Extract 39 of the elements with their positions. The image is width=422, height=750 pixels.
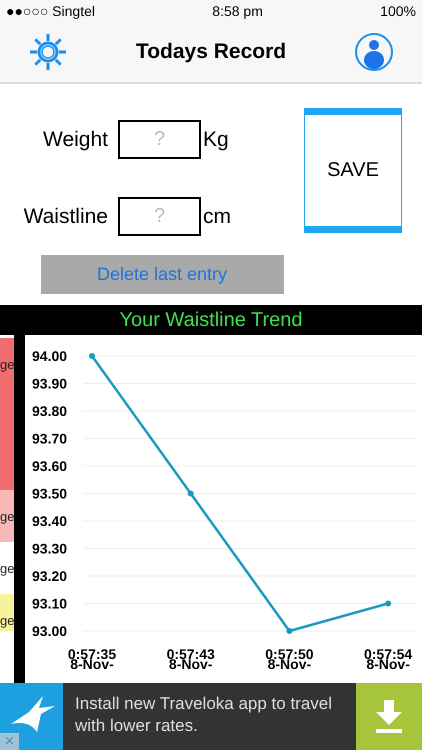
profile-icon[interactable] <box>354 32 394 72</box>
page-title: Todays Record <box>136 40 286 64</box>
field-label: Weight <box>42 128 109 152</box>
x-tick-label: 0:57:50 8-Nov- <box>265 646 314 672</box>
data-point <box>188 490 194 496</box>
data-point <box>89 353 95 359</box>
field-label: Waistline <box>22 204 109 228</box>
y-tick-label: 93.50 <box>32 486 68 502</box>
y-tick-label: 93.80 <box>32 403 68 419</box>
x-tick-label: 0:57:35 8-Nov- <box>68 646 116 672</box>
y-tick-label: 93.40 <box>32 513 68 529</box>
chart-title: Your Waistline Trend <box>0 305 422 335</box>
clock-text: 8:58 pm <box>212 3 263 19</box>
battery-text: 100% <box>380 3 416 19</box>
carrier-text: ●●○○○ Singtel <box>6 3 95 19</box>
x-tick-label: 0:57:54 8-Nov- <box>364 646 412 672</box>
unit-label: Kg <box>203 128 229 152</box>
ad-text: Install new Traveloka app to travel with lower rates. <box>74 693 334 738</box>
trend-band: ge <box>0 338 14 490</box>
y-tick-label: 93.20 <box>32 568 68 584</box>
y-tick-label: 93.10 <box>32 596 68 612</box>
y-tick-label: 93.70 <box>32 430 68 446</box>
save-button[interactable]: SAVE <box>304 108 402 233</box>
settings-icon[interactable] <box>28 32 68 72</box>
trend-band: ge <box>0 490 14 542</box>
y-tick-label: 93.90 <box>32 376 68 392</box>
ad-banner[interactable]: Install new Traveloka app to travel with lower rates. × <box>0 683 422 750</box>
y-tick-label: 93.30 <box>32 540 68 556</box>
y-tick-label: 94.00 <box>32 348 68 364</box>
trend-band: ge <box>0 594 14 631</box>
unit-label: cm <box>203 204 231 228</box>
x-tick-label: 0:57:43 8-Nov- <box>166 646 215 672</box>
data-point <box>385 600 392 606</box>
data-point <box>286 628 292 634</box>
y-tick-label: 93.00 <box>32 623 68 639</box>
download-icon[interactable] <box>374 700 404 734</box>
input-field[interactable]: ? <box>118 197 201 236</box>
y-tick-label: 93.60 <box>32 458 68 474</box>
input-field[interactable]: ? <box>118 120 201 159</box>
